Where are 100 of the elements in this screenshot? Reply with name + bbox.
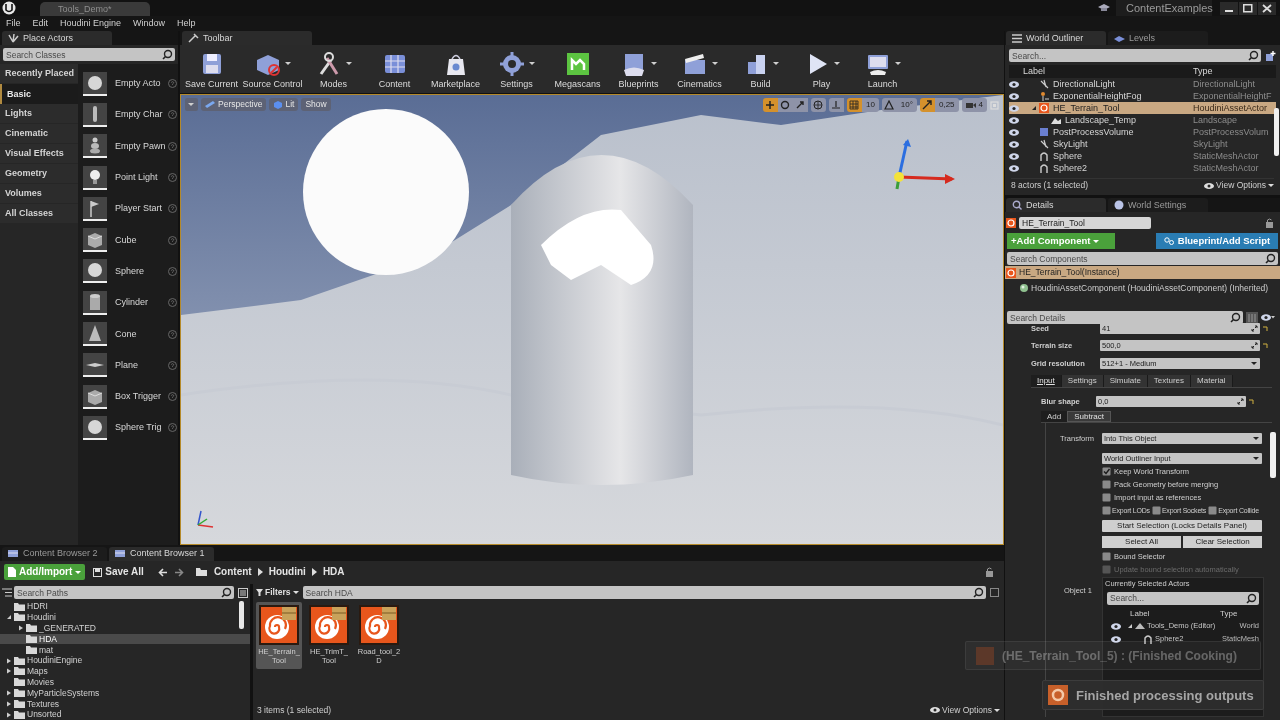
checkbox[interactable] — [1102, 552, 1111, 561]
category-tab[interactable]: Lights — [0, 104, 78, 124]
clear-selection-button[interactable]: Clear Selection — [1183, 536, 1262, 548]
actor-name[interactable]: SkyLight — [1053, 139, 1088, 149]
forward-arrow-icon[interactable] — [173, 567, 184, 577]
actor-label[interactable]: Plane — [115, 360, 165, 370]
toolbar-button[interactable]: Cinematics — [670, 45, 729, 89]
folder-tree-item[interactable]: HDRI — [0, 601, 250, 613]
visibility-eye-icon[interactable] — [1009, 140, 1019, 148]
category-tab[interactable]: Geometry — [0, 164, 78, 184]
visibility-eye-icon[interactable] — [1009, 128, 1019, 136]
column-header[interactable]: Label — [1009, 67, 1193, 76]
category-tab[interactable]: Volumes — [0, 184, 78, 204]
toolbar-button[interactable]: Marketplace — [426, 45, 485, 89]
actor-label[interactable]: Cylinder — [115, 298, 165, 308]
graduation-cap-icon[interactable] — [1098, 3, 1110, 13]
expanded-arrow-icon[interactable] — [6, 614, 12, 621]
document-tab[interactable]: Tools_Demo* — [40, 2, 150, 16]
view-options-button[interactable]: View Options — [1204, 181, 1274, 190]
outliner-row[interactable]: HE_Terrain_Tool HoudiniAssetActor — [1009, 102, 1276, 114]
outliner-row[interactable]: Landscape_Temp Landscape — [1009, 114, 1276, 126]
search-field[interactable]: Search HDA — [302, 586, 986, 600]
folder-tree-item[interactable]: HoudiniEngine — [0, 655, 250, 666]
panel-tab[interactable]: Content Browser 1 — [109, 546, 214, 561]
checkbox[interactable] — [1102, 506, 1111, 515]
minimize-button[interactable] — [1220, 1, 1238, 15]
search-field[interactable]: Search Components — [1007, 252, 1278, 265]
checkbox[interactable] — [1208, 506, 1218, 515]
mode-tab[interactable]: Subtract — [1067, 411, 1112, 422]
actor-name[interactable]: PostProcessVolume — [1053, 127, 1134, 137]
actor-name[interactable]: Landscape_Temp — [1065, 115, 1137, 125]
checkbox[interactable] — [1102, 480, 1111, 489]
actor-label[interactable]: Sphere — [115, 266, 165, 276]
snap-value-button[interactable]: 10° — [896, 98, 917, 112]
save-all-button[interactable]: Save All — [91, 564, 146, 581]
outliner-row[interactable]: SkyLight SkyLight — [1009, 138, 1276, 150]
input-tab[interactable]: Textures — [1147, 375, 1192, 387]
category-tab[interactable]: All Classes — [0, 204, 78, 224]
folder-tree-item[interactable]: HDA — [0, 633, 250, 645]
actor-label[interactable]: Empty Char — [115, 110, 165, 120]
visibility-eye-icon[interactable] — [1009, 152, 1019, 160]
search-field[interactable]: Search Classes — [3, 48, 175, 61]
breadcrumb-link[interactable]: Content — [213, 567, 252, 578]
viewport-button[interactable]: Show — [301, 98, 331, 111]
visibility-eye-icon[interactable] — [1009, 164, 1019, 172]
lock-icon[interactable] — [1265, 217, 1274, 228]
category-tab[interactable]: Cinematic — [0, 124, 78, 144]
search-field[interactable]: Search... — [1107, 591, 1259, 605]
actor-label[interactable]: Cube — [115, 235, 165, 245]
actor-label[interactable]: Sphere Trig — [115, 423, 165, 433]
save-search-icon[interactable] — [990, 588, 999, 598]
toolbar-button[interactable]: Megascans — [548, 45, 607, 89]
category-tab[interactable]: Basic — [0, 84, 78, 104]
toolbar-button[interactable]: Save Current — [182, 45, 241, 89]
checkbox[interactable] — [1151, 506, 1161, 515]
actor-name-field[interactable]: HE_Terrain_Tool — [1019, 216, 1151, 229]
input-tab[interactable]: Settings — [1061, 375, 1104, 387]
maximize-button[interactable] — [1239, 1, 1257, 15]
toolbar-button[interactable]: Launch — [853, 45, 912, 89]
panel-tab[interactable]: Place Actors — [2, 31, 112, 45]
collapsed-arrow-icon[interactable] — [6, 657, 12, 664]
expanded-arrow-icon[interactable] — [1127, 623, 1133, 629]
toolbar-button[interactable]: Blueprints — [609, 45, 668, 89]
actor-label[interactable]: Point Light — [115, 173, 165, 183]
panel-tab[interactable]: World Outliner — [1006, 31, 1106, 45]
visibility-eye-icon[interactable] — [1009, 104, 1019, 112]
add-folder-icon[interactable] — [1265, 50, 1276, 61]
outliner-row[interactable]: PostProcessVolume PostProcessVolum — [1009, 126, 1276, 138]
toolbar-button[interactable]: Modes — [304, 45, 363, 89]
folder-tree-item[interactable]: Textures — [0, 698, 250, 710]
blueprint-add-script-button[interactable]: Blueprint/Add Script — [1156, 233, 1278, 249]
column-header[interactable]: Type — [1193, 67, 1213, 76]
actor-label[interactable]: Player Start — [115, 204, 165, 214]
panel-tab[interactable]: Content Browser 2 — [2, 546, 107, 561]
scrollbar[interactable] — [1270, 432, 1276, 478]
collapsed-arrow-icon[interactable] — [6, 700, 12, 707]
breadcrumb-link[interactable]: Houdini — [268, 567, 306, 578]
folder-tree-item[interactable]: Movies — [0, 676, 250, 688]
toolbar-button[interactable]: Source Control — [243, 45, 302, 89]
toolbar-button[interactable]: Settings — [487, 45, 546, 89]
panel-tab[interactable]: Toolbar — [182, 31, 312, 45]
outliner-row[interactable]: DirectionalLight DirectionalLight — [1009, 78, 1276, 90]
column-header[interactable]: Type — [1220, 609, 1238, 618]
collapsed-arrow-icon[interactable] — [6, 668, 12, 675]
viewport-options-button[interactable] — [185, 98, 198, 111]
outliner-row[interactable]: Sphere2 StaticMeshActor — [1009, 162, 1276, 174]
component-row[interactable]: HE_Terrain_Tool(Instance) — [1005, 266, 1280, 279]
menu-item[interactable]: Help — [171, 19, 202, 28]
visibility-eye-icon[interactable] — [1009, 80, 1019, 88]
property-matrix-icon[interactable] — [1246, 311, 1258, 324]
menu-item[interactable]: Edit — [26, 19, 55, 28]
close-button[interactable] — [1258, 1, 1276, 15]
filters-button[interactable]: Filters — [256, 588, 299, 597]
actor-name[interactable]: Sphere2 — [1053, 163, 1088, 173]
actor-name[interactable]: DirectionalLight — [1053, 79, 1116, 89]
actor-name[interactable]: ExponentialHeightFog — [1053, 91, 1142, 101]
search-field[interactable]: Search Details — [1007, 311, 1243, 324]
folder-tree-item[interactable]: Unsorted — [0, 709, 250, 720]
column-header[interactable]: Label — [1105, 609, 1220, 618]
menu-item[interactable]: File — [0, 19, 27, 28]
